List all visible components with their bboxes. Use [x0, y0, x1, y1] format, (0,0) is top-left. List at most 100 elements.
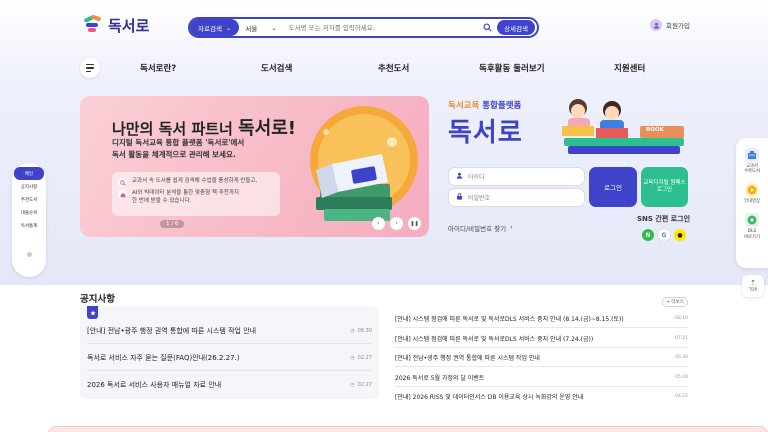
kids-illustration: BOOK	[560, 96, 688, 156]
quick-nav-ranking[interactable]: 대출순위	[14, 206, 44, 219]
notice-date: ◷ 02.27	[350, 382, 372, 388]
arrow-up-icon: ⇡	[750, 279, 756, 287]
region-label: 서울	[245, 24, 258, 33]
quick-nav-main[interactable]: 메인	[14, 167, 44, 180]
brand-sub-a: 독서교육	[448, 101, 480, 111]
notice-list-date: 07.21	[675, 336, 688, 341]
banner-next-button[interactable]: ›	[390, 217, 403, 230]
divider	[395, 366, 688, 367]
brand-subtitle: 독서교육 통합플랫폼	[448, 99, 523, 111]
brand-block: 독서교육 통합플랫폼 독서로	[448, 99, 523, 149]
logo-mark-icon	[82, 14, 104, 36]
banner-prev-button[interactable]: ‹	[372, 217, 385, 230]
search-icon[interactable]	[481, 22, 493, 34]
onepass-login-button[interactable]: 교육디지털 원패스 로그인	[641, 167, 688, 207]
banner-feature-2-text: AI와 빅데이터 분석을 통한 맞춤형 책 추천까지 한 번에 받을 수 있습니…	[132, 189, 239, 206]
bookmark-icon	[87, 306, 98, 319]
notice-list-title: [안내] 시스템 점검에 따른 독서로 및 독서로DLS 서비스 중지 안내 (…	[395, 316, 624, 323]
user-icon	[650, 19, 662, 31]
more-notices-button[interactable]: + 더보기	[662, 297, 688, 307]
quick-dls-link[interactable]: DLS 바로가기	[737, 213, 767, 240]
signup-label: 회원가입	[666, 22, 690, 30]
chevron-left-icon: ‹	[377, 220, 380, 227]
nav-item-about[interactable]: 독서로란?	[140, 62, 176, 74]
notice-row[interactable]: 2026 독서로 서비스 사용자 매뉴얼 자료 안내 ◷ 02.27	[87, 380, 372, 390]
password-field[interactable]: 비밀번호	[448, 188, 585, 207]
notice-list-date: 06.30	[675, 355, 688, 360]
quick-nav-right: 교과서 수록도서 안내영상 DLS 바로가기	[736, 138, 768, 268]
banner-feature-2-line1: AI와 빅데이터 분석을 통한 맞춤형 책 추천까지	[132, 190, 239, 196]
quick-nav-stats[interactable]: 독서통계	[14, 219, 44, 232]
notice-row[interactable]: 독서로 서비스 자주 묻는 질문(FAQ)안내(26.2.27.) ◷ 02.27	[87, 353, 372, 363]
notice-list-title: 2026 독서로 5월 가정의 달 이벤트	[395, 375, 485, 382]
notice-title: 독서로 서비스 자주 묻는 질문(FAQ)안내(26.2.27.)	[87, 354, 240, 362]
home-icon	[118, 190, 127, 199]
quick-guide-video[interactable]: 안내영상	[737, 183, 767, 204]
sns-login-label: SNS 간편 로그인	[637, 215, 691, 223]
banner-pause-button[interactable]: ❚❚	[408, 217, 421, 230]
play-icon	[745, 183, 759, 198]
book-label: BOOK	[646, 127, 664, 133]
quick-nav-left: 메인 공지사항 추천도서 대출순위 독서통계	[12, 163, 46, 277]
search-icon	[118, 178, 127, 187]
banner-description: 디지털 독서교육 통합 플랫폼 '독서로'에서 독서 활동을 체계적으로 관리해…	[112, 137, 244, 160]
password-placeholder: 비밀번호	[468, 195, 491, 202]
chevron-down-icon: ⌄	[271, 23, 277, 32]
banner-feature-box: 교과서 속 도서를 쉽게 검색해 수업을 풍성하게 만들고, AI와 빅데이터 …	[112, 172, 280, 216]
clock-icon: ◷	[350, 355, 355, 361]
menu-toggle-button[interactable]	[80, 58, 100, 78]
notice-list-title: [안내] 시스템 점검에 따른 독서로 및 독서로DLS 서비스 중지 안내 (…	[395, 336, 594, 343]
notice-row[interactable]: [안내] 전남•광주 행정 권역 통합에 따른 시스템 작업 안내 ◷ 06.30	[87, 326, 372, 336]
banner-feature-1: 교과서 속 도서를 쉽게 검색해 수업을 풍성하게 만들고,	[118, 177, 274, 187]
notice-list-item[interactable]: [안내] 전남•광주 행정 권역 통합에 따른 시스템 작업 안내 06.30	[395, 353, 688, 362]
advanced-search-button[interactable]: 상세검색	[497, 20, 535, 35]
notice-list-date: 08.10	[675, 316, 688, 321]
notice-date-text: 06.30	[357, 328, 372, 334]
scroll-top-button[interactable]: ⇡ TOP	[742, 275, 764, 297]
nav-item-book-search[interactable]: 도서검색	[261, 62, 292, 74]
notice-date-text: 02.27	[357, 382, 372, 388]
quick-nav-recommend[interactable]: 추천도서	[14, 193, 44, 206]
find-account-label: 아이디/비밀번호 찾기	[448, 225, 507, 233]
notice-list-item[interactable]: [안내] 시스템 점검에 따른 독서로 및 독서로DLS 서비스 중지 안내 (…	[395, 334, 688, 343]
chevron-right-icon: ›	[510, 223, 513, 231]
divider	[87, 370, 372, 371]
quick-textbook-books[interactable]: 교과서 수록도서	[737, 148, 767, 174]
banner-desc-line1: 디지털 독서교육 통합 플랫폼 '독서로'에서	[112, 138, 245, 147]
notice-list-item[interactable]: 2026 독서로 5월 가정의 달 이벤트 05.04	[395, 373, 688, 382]
divider	[395, 327, 688, 328]
scroll-indicator	[26, 252, 32, 257]
notice-list-item[interactable]: [안내] 시스템 점검에 따른 독서로 및 독서로DLS 서비스 중지 안내 (…	[395, 314, 688, 323]
nav-item-activities[interactable]: 독후활동 둘러보기	[479, 62, 545, 74]
bottom-banner-strip	[48, 426, 768, 432]
brand-sub-b: 통합플랫폼	[482, 101, 522, 111]
region-select[interactable]: 서울 ⌄	[239, 23, 282, 33]
search-type-select[interactable]: 자료검색 ⌄	[190, 19, 240, 36]
nav-item-support[interactable]: 지원센터	[614, 62, 645, 74]
chevron-right-icon: ›	[395, 220, 398, 227]
lock-icon	[456, 193, 463, 202]
notice-list-title: [안내] 2026 RISS 및 데이터인서스 DB 이용교육 상시 녹화강의 …	[395, 394, 584, 401]
notice-section-title: 공지사항	[80, 294, 115, 305]
hamburger-icon	[86, 63, 94, 66]
signup-link[interactable]: 회원가입	[650, 19, 690, 31]
kakao-login-icon[interactable]: ●	[674, 229, 686, 241]
notice-title: 2026 독서로 서비스 사용자 매뉴얼 자료 안내	[87, 381, 222, 389]
login-button[interactable]: 로그인	[589, 167, 637, 207]
gear-icon	[745, 213, 759, 228]
notice-date-text: 02.27	[357, 355, 372, 361]
naver-login-icon[interactable]: N	[642, 229, 654, 241]
banner-feature-2: AI와 빅데이터 분석을 통한 맞춤형 책 추천까지 한 번에 받을 수 있습니…	[118, 189, 274, 206]
find-account-link[interactable]: 아이디/비밀번호 찾기 ›	[448, 223, 513, 233]
google-login-icon[interactable]: G	[658, 229, 670, 241]
banner-feature-1-text: 교과서 속 도서를 쉽게 검색해 수업을 풍성하게 만들고,	[132, 178, 258, 184]
logo-text: 독서로	[108, 17, 150, 35]
site-logo[interactable]: 독서로	[82, 12, 149, 38]
search-input[interactable]	[282, 23, 482, 32]
main-banner[interactable]: 나만의 독서 파트너 독서로! 디지털 독서교육 통합 플랫폼 '독서로'에서 …	[80, 96, 429, 237]
id-field[interactable]: 아이디	[448, 167, 585, 186]
quick-nav-notice[interactable]: 공지사항	[14, 180, 44, 193]
nav-item-recommended[interactable]: 추천도서	[378, 62, 409, 74]
notice-list-item[interactable]: [안내] 2026 RISS 및 데이터인서스 DB 이용교육 상시 녹화강의 …	[395, 392, 688, 401]
id-placeholder: 아이디	[468, 174, 485, 181]
